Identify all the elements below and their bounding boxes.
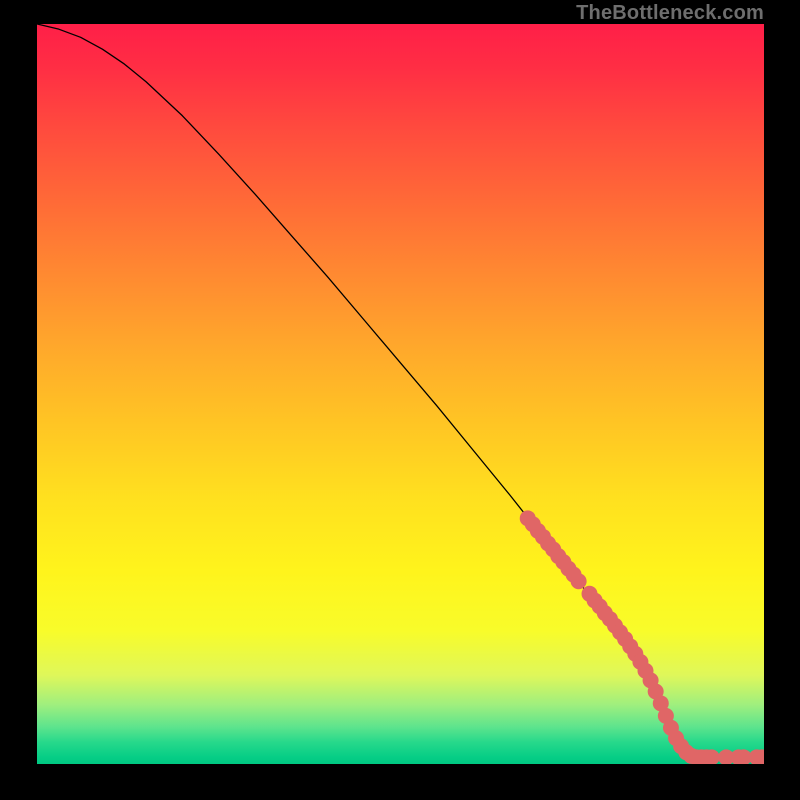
plot-area bbox=[37, 24, 764, 764]
chart-frame: TheBottleneck.com bbox=[0, 0, 800, 800]
data-marker bbox=[571, 573, 587, 589]
watermark-text: TheBottleneck.com bbox=[576, 2, 764, 25]
curve-line bbox=[37, 24, 764, 757]
markers-group bbox=[520, 510, 764, 764]
chart-svg bbox=[37, 24, 764, 764]
